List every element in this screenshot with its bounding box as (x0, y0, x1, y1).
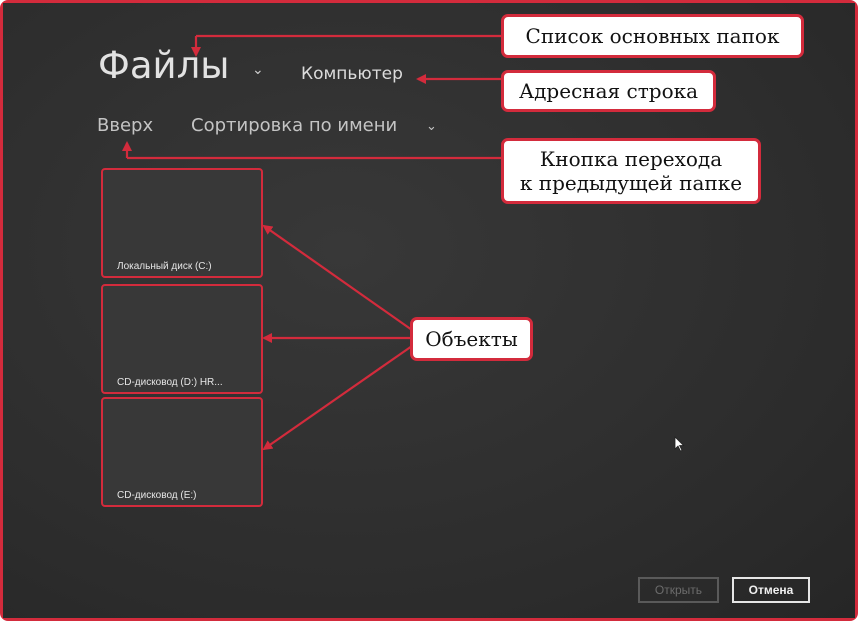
chevron-down-icon[interactable]: ⌄ (426, 119, 437, 134)
drive-tile[interactable]: CD-дисковод (D:) HR... (101, 284, 263, 394)
callout-back-line1: Кнопка перехода (539, 147, 723, 171)
page-title[interactable]: Файлы (98, 44, 229, 87)
tile-label: CD-дисковод (D:) HR... (117, 377, 223, 388)
callout-back: Кнопка перехода к предыдущей папке (501, 138, 761, 204)
callout-back-line2: к предыдущей папке (519, 171, 743, 195)
callout-objects: Объекты (410, 317, 533, 361)
drive-tile[interactable]: Локальный диск (C:) (101, 168, 263, 278)
open-button[interactable]: Открыть (638, 577, 719, 603)
tile-label: CD-дисковод (E:) (117, 490, 197, 501)
address-bar[interactable]: Компьютер (301, 64, 403, 84)
up-button[interactable]: Вверх (97, 115, 153, 136)
callout-folders: Список основных папок (501, 14, 804, 58)
sort-dropdown[interactable]: Сортировка по имени (191, 115, 397, 136)
tile-label: Локальный диск (C:) (117, 261, 212, 272)
chevron-down-icon[interactable]: ⌄ (252, 62, 264, 78)
drive-tile[interactable]: CD-дисковод (E:) (101, 397, 263, 507)
callout-address: Адресная строка (501, 70, 716, 112)
mouse-cursor-icon (674, 436, 685, 452)
cancel-button[interactable]: Отмена (732, 577, 810, 603)
